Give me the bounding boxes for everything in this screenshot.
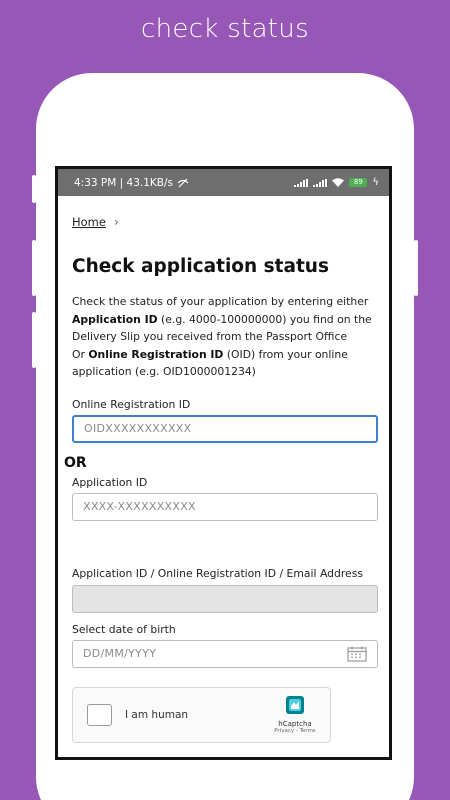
combined-id-label: Application ID / Online Registration ID … xyxy=(72,566,363,580)
intro-oid-bold: Online Registration ID xyxy=(88,347,224,361)
hcaptcha-branding: hCaptcha Privacy - Terms xyxy=(270,694,320,734)
app-id-input[interactable]: XXXX-XXXXXXXXXX xyxy=(72,492,378,521)
hcaptcha-name: hCaptcha xyxy=(278,719,312,728)
dob-input[interactable]: DD/MM/YYYY xyxy=(72,639,378,668)
captcha-label: I am human xyxy=(125,708,189,721)
battery-icon: 89 xyxy=(349,178,368,187)
oid-label: Online Registration ID xyxy=(72,397,191,411)
signal-icon xyxy=(294,178,309,187)
phone-side-button xyxy=(32,175,36,203)
captcha-widget: I am human hCaptcha Privacy - Terms xyxy=(72,686,331,743)
charging-icon: ϟ xyxy=(372,177,379,188)
oid-placeholder: OIDXXXXXXXXXXX xyxy=(84,422,192,435)
intro-oid-line: Or Online Registration ID (OID) from you… xyxy=(72,346,375,381)
page-content: Home › Check application status Check th… xyxy=(58,215,389,743)
oid-input[interactable]: OIDXXXXXXXXXXX xyxy=(72,414,378,443)
wifi-icon xyxy=(332,178,345,187)
calendar-icon[interactable] xyxy=(347,646,367,662)
captcha-checkbox[interactable] xyxy=(87,703,112,726)
intro-app-id-bold: Application ID xyxy=(72,312,158,326)
hcaptcha-links[interactable]: Privacy - Terms xyxy=(270,728,320,734)
chevron-right-icon: › xyxy=(113,215,119,229)
phone-screen: 4:33 PM | 43.1KB/s 89 ϟ Home › Check app… xyxy=(55,166,392,760)
combined-id-input[interactable] xyxy=(72,584,378,613)
status-time: 4:33 PM | 43.1KB/s xyxy=(74,176,173,189)
intro-text: Check the status of your application by … xyxy=(72,293,375,381)
breadcrumb: Home › xyxy=(72,215,375,229)
mute-icon xyxy=(177,178,189,187)
breadcrumb-home-link[interactable]: Home xyxy=(72,215,106,229)
status-bar: 4:33 PM | 43.1KB/s 89 ϟ xyxy=(58,169,389,196)
app-id-placeholder: XXXX-XXXXXXXXXX xyxy=(83,500,196,513)
banner-title: check status xyxy=(141,14,309,44)
intro-or: Or xyxy=(72,347,89,361)
phone-side-button xyxy=(32,240,36,296)
or-divider: OR xyxy=(64,454,87,471)
app-id-label: Application ID xyxy=(72,475,148,489)
dob-label: Select date of birth xyxy=(72,622,176,636)
hcaptcha-logo-icon xyxy=(286,695,304,714)
intro-line: Check the status of your application by … xyxy=(72,295,369,308)
dob-placeholder: DD/MM/YYYY xyxy=(83,647,157,660)
phone-side-button xyxy=(414,240,418,296)
page-title: Check application status xyxy=(72,256,329,277)
intro-app-id-line: Application ID (e.g. 4000-100000000) you… xyxy=(72,311,375,346)
phone-side-button xyxy=(32,312,36,368)
signal-icon xyxy=(313,178,328,187)
